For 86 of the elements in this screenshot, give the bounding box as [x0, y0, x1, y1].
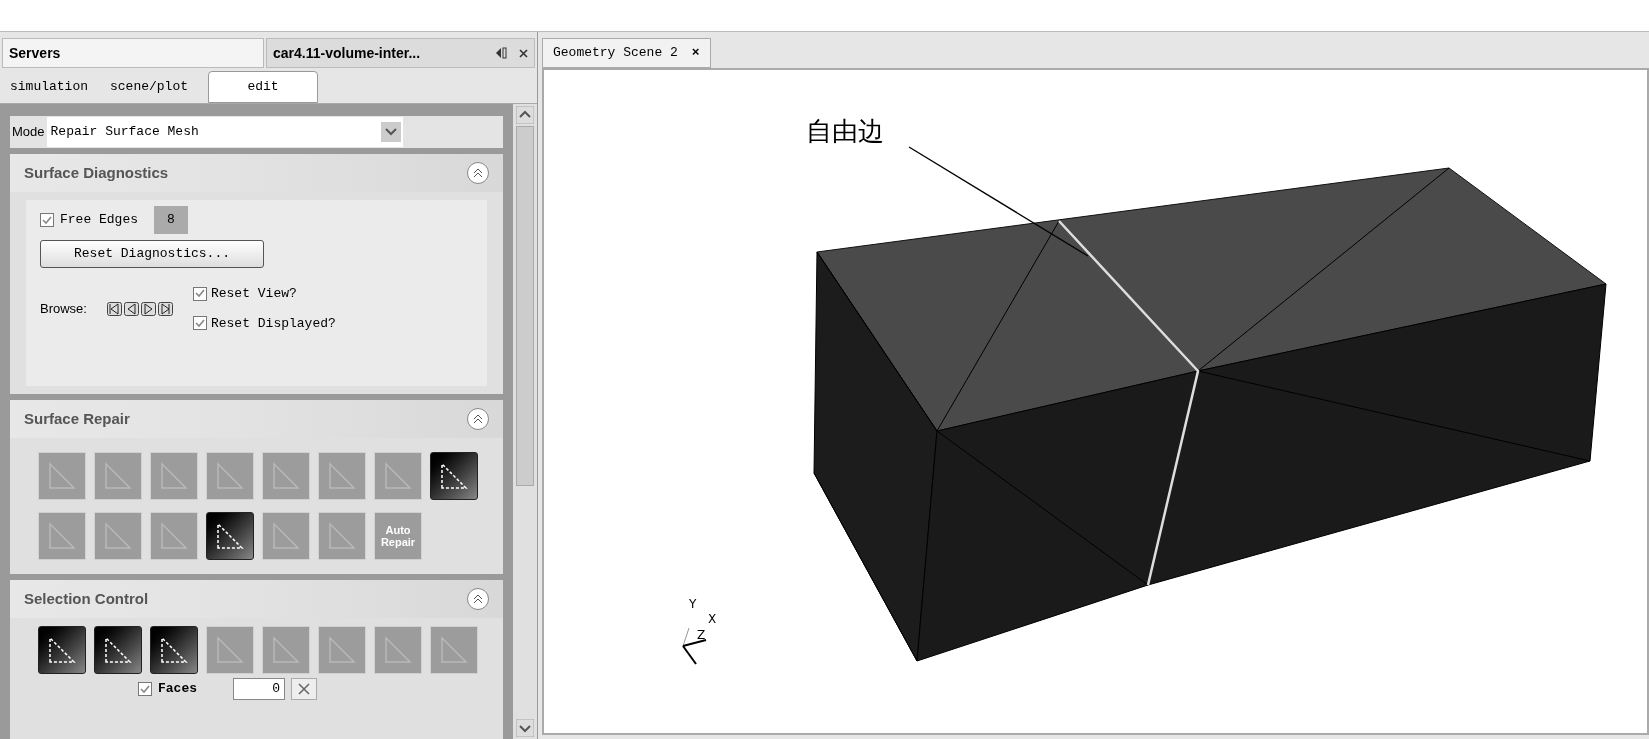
section-title: Selection Control [24, 588, 149, 609]
checkbox[interactable] [40, 213, 54, 227]
section-header[interactable]: Selection Control [10, 580, 503, 618]
checkbox[interactable] [192, 316, 207, 331]
tool-button[interactable] [38, 626, 86, 674]
section-header[interactable]: Surface Repair [10, 400, 503, 438]
checkbox-label: Reset View? [210, 285, 297, 303]
section-header[interactable]: Surface Diagnostics [10, 154, 503, 192]
mesh-tool-icon [439, 635, 469, 665]
clear-button[interactable] [291, 678, 317, 700]
scroll-up-icon[interactable] [516, 106, 534, 124]
checkbox[interactable] [192, 286, 207, 301]
section-title: Surface Diagnostics [24, 162, 169, 183]
count-badge: 8 [154, 206, 188, 234]
browse-button-icon[interactable] [123, 299, 139, 318]
mesh-tool-icon [159, 635, 189, 665]
browse-button-icon[interactable] [106, 299, 122, 318]
dropdown-value: Repair Surface Mesh [50, 123, 199, 142]
tool-label: Auto Repair [379, 524, 417, 548]
section-title: Surface Repair [24, 408, 130, 429]
checkbox-label: Faces [158, 680, 197, 699]
scroll-down-icon[interactable] [516, 719, 534, 737]
panel-toggle-icon[interactable] [495, 47, 507, 59]
browse-label: Browse: [40, 299, 87, 318]
mesh-tool-icon [47, 461, 77, 491]
axis-label: Z [697, 627, 706, 644]
reset-diagnostics-button[interactable]: Reset Diagnostics... [40, 240, 264, 268]
tab-label: car4.11-volume-inter... [273, 43, 421, 63]
mesh-tool-icon [271, 635, 301, 665]
checkmark-icon [42, 215, 52, 225]
mesh-tool-icon [103, 521, 133, 551]
sub-tab[interactable]: scene/plot [104, 71, 195, 103]
mesh-tool-icon [327, 461, 357, 491]
close-button[interactable]: × [691, 43, 700, 63]
tool-button[interactable] [206, 512, 254, 560]
mode-label: Mode [11, 123, 46, 142]
axis-label: X [708, 611, 717, 628]
browse-button-icon[interactable] [157, 299, 173, 318]
browse-button-icon[interactable] [140, 299, 156, 318]
chevron-icon [473, 168, 483, 178]
checkbox-label: Free Edges [60, 211, 138, 230]
axis-label: Y [689, 596, 697, 613]
checkbox[interactable] [138, 682, 152, 696]
mesh-tool-icon [159, 521, 189, 551]
chevron-icon [473, 414, 483, 424]
annotation-label: 自由边 [806, 115, 884, 148]
mesh-tool-icon [47, 635, 77, 665]
count-field[interactable]: 0 [233, 678, 285, 700]
mesh-tool-icon [103, 635, 133, 665]
mesh-tool-icon [271, 461, 301, 491]
scroll-thumb[interactable] [516, 126, 534, 486]
mesh-tool-icon [271, 521, 301, 551]
tool-button[interactable] [150, 626, 198, 674]
mesh-tool-icon [215, 521, 245, 551]
checkmark-icon [140, 684, 150, 694]
checkmark-icon [194, 318, 205, 328]
tool-button[interactable] [94, 626, 142, 674]
collapse-toggle[interactable] [467, 408, 489, 430]
mesh-tool-icon [215, 635, 245, 665]
collapse-toggle[interactable] [467, 588, 489, 610]
checkbox-label: Reset Displayed? [210, 314, 336, 333]
chevron-icon [473, 594, 483, 604]
scene-tab[interactable]: Geometry Scene 2 × [542, 38, 711, 68]
scrollbar[interactable] [513, 104, 537, 739]
mesh-tool-icon [439, 461, 469, 491]
tab-label: Geometry Scene 2 [553, 44, 678, 63]
sub-tab[interactable]: simulation [4, 71, 94, 103]
mesh-tool-icon [215, 461, 245, 491]
panel-tab[interactable]: Servers [2, 38, 264, 68]
mesh-tool-icon [383, 635, 413, 665]
close-icon [297, 682, 311, 696]
mesh-tool-icon [103, 461, 133, 491]
tool-button[interactable] [430, 452, 478, 500]
collapse-toggle[interactable] [467, 162, 489, 184]
mode-dropdown[interactable]: Repair Surface Mesh [46, 117, 403, 147]
axis-triad-drawing [682, 627, 707, 665]
mesh-tool-icon [383, 461, 413, 491]
mesh-tool-icon [327, 635, 357, 665]
mesh-tool-icon [327, 521, 357, 551]
close-icon[interactable] [519, 48, 528, 58]
sub-tab[interactable]: edit [208, 71, 319, 103]
panel-tab[interactable]: car4.11-volume-inter... [266, 38, 535, 68]
mesh-tool-icon [159, 461, 189, 491]
checkmark-icon [194, 289, 205, 299]
tab-label: Servers [9, 43, 61, 63]
mesh-tool-icon [47, 521, 77, 551]
